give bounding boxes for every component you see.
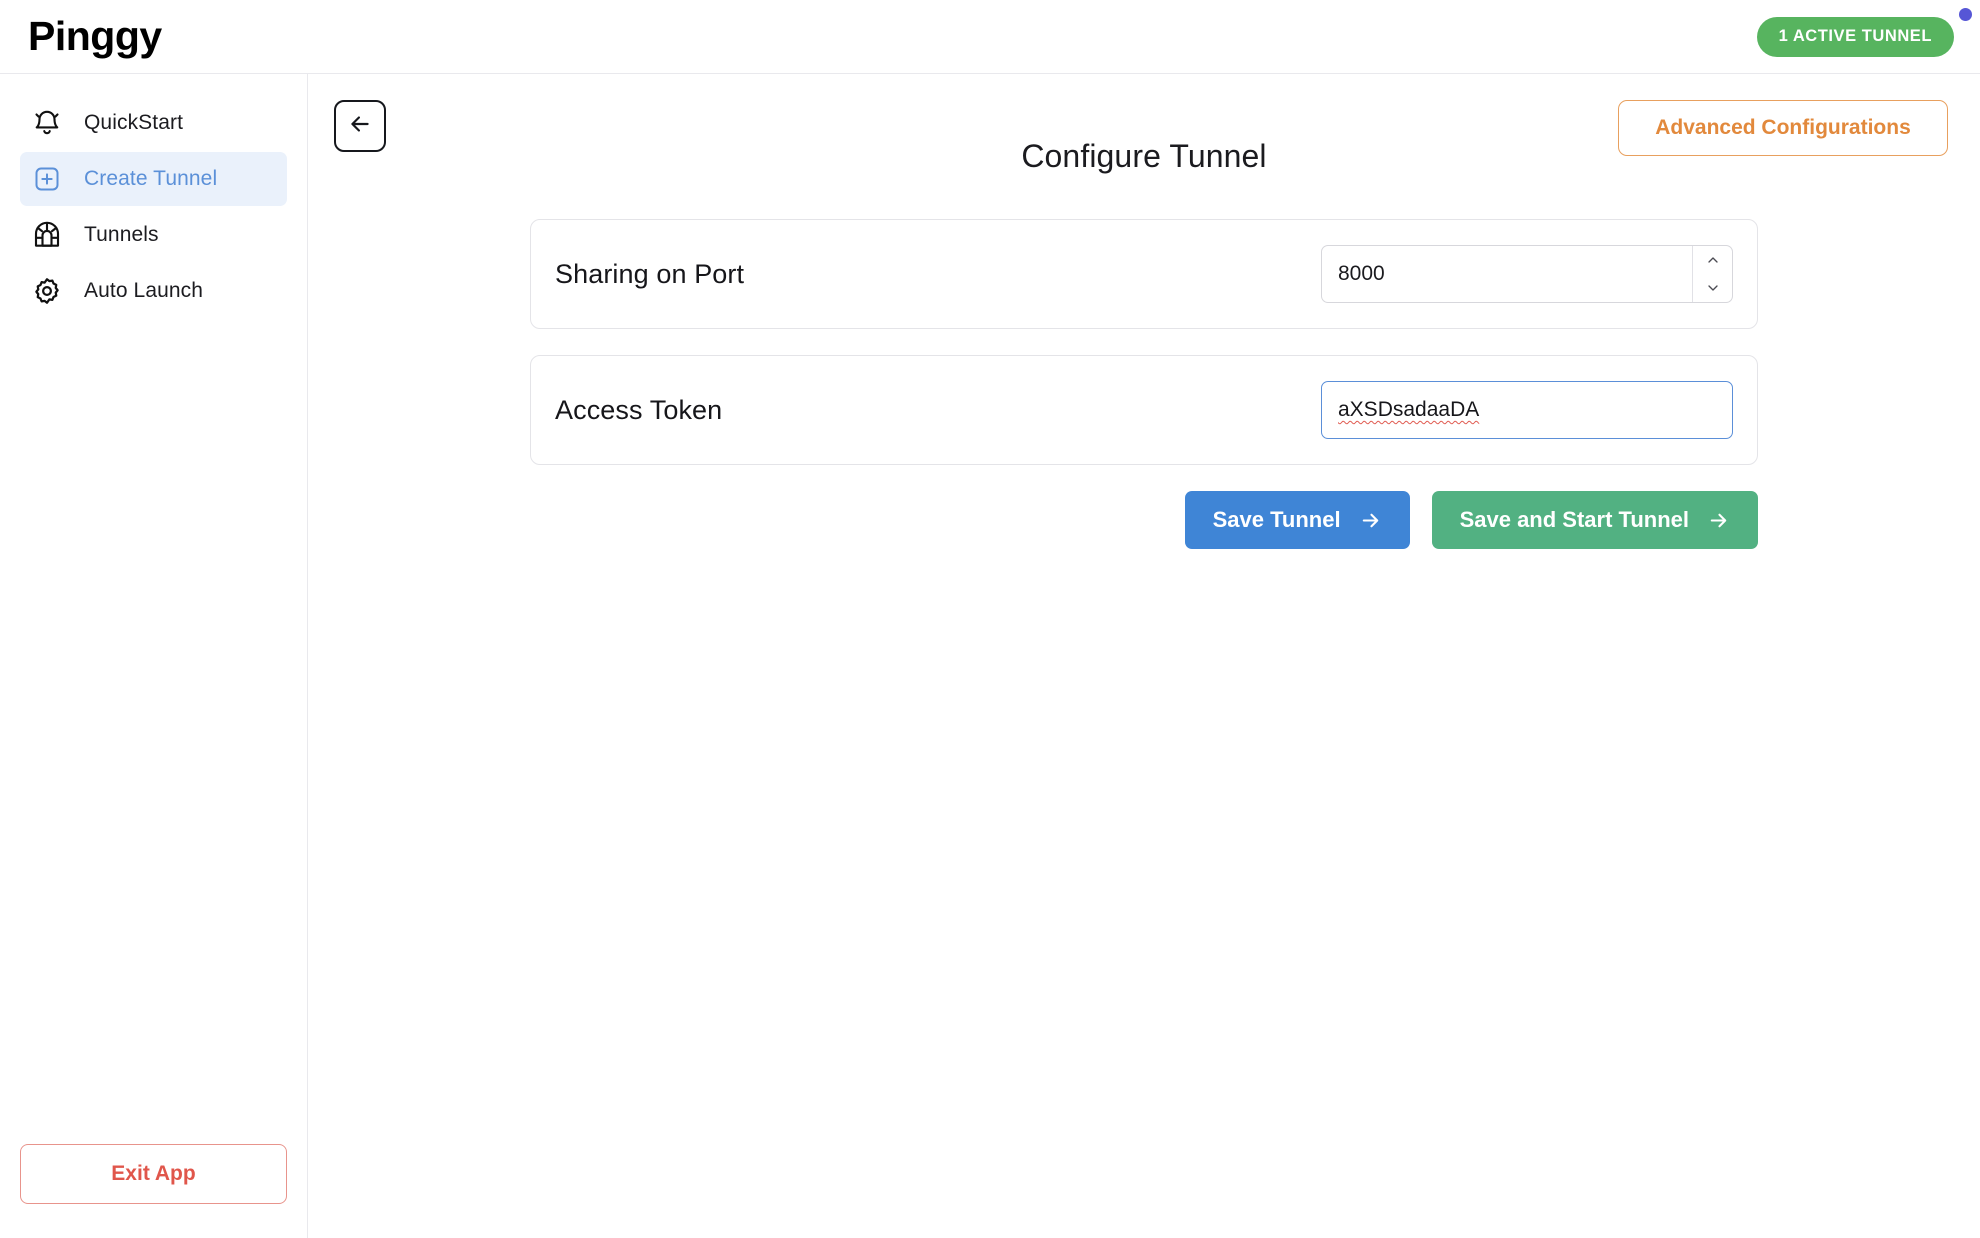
sharing-on-port-row: Sharing on Port xyxy=(530,219,1758,329)
sidebar-item-tunnels[interactable]: Tunnels xyxy=(20,208,287,262)
form-actions: Save Tunnel Save and Start Tunnel xyxy=(530,491,1758,549)
arrow-left-icon xyxy=(347,111,373,142)
configure-tunnel-form: Sharing on Port 8000 Access Token aXSDsa… xyxy=(530,219,1758,549)
app-body: QuickStart Create Tunnel Tunnels Auto La… xyxy=(0,74,1980,1238)
plus-square-icon xyxy=(30,162,64,196)
sidebar-item-label: Create Tunnel xyxy=(84,167,218,190)
tunnel-arch-icon xyxy=(30,218,64,252)
sidebar-item-label: Auto Launch xyxy=(84,279,204,302)
save-and-start-tunnel-button[interactable]: Save and Start Tunnel xyxy=(1431,491,1758,549)
app-window: Pinggy 1 ACTIVE TUNNEL QuickStart Create… xyxy=(0,0,1980,1238)
sidebar-item-auto-launch[interactable]: Auto Launch xyxy=(20,264,287,318)
sidebar-item-create-tunnel[interactable]: Create Tunnel xyxy=(20,152,287,206)
stepper-down-icon[interactable] xyxy=(1693,274,1732,302)
arrow-right-icon xyxy=(1359,509,1382,532)
stepper-up-icon[interactable] xyxy=(1693,246,1732,274)
sidebar-item-label: QuickStart xyxy=(84,111,184,134)
sidebar-footer: Exit App xyxy=(0,1144,307,1238)
port-number-field[interactable] xyxy=(1321,245,1733,303)
sidebar-item-quickstart[interactable]: QuickStart xyxy=(20,96,287,150)
sharing-on-port-label: Sharing on Port xyxy=(555,258,745,289)
sidebar-item-label: Tunnels xyxy=(84,223,159,246)
arrow-right-icon xyxy=(1707,509,1730,532)
status-dot-icon xyxy=(1959,8,1972,21)
access-token-field[interactable]: aXSDsadaaDA xyxy=(1321,381,1733,439)
port-stepper[interactable] xyxy=(1692,246,1732,302)
access-token-label: Access Token xyxy=(555,394,723,425)
save-tunnel-button[interactable]: Save Tunnel xyxy=(1184,491,1410,549)
gear-icon xyxy=(30,274,64,308)
sidebar: QuickStart Create Tunnel Tunnels Auto La… xyxy=(0,74,308,1238)
port-input[interactable] xyxy=(1322,246,1692,302)
back-button[interactable] xyxy=(334,100,386,152)
app-logo: Pinggy xyxy=(28,13,162,59)
access-token-input[interactable]: aXSDsadaaDA xyxy=(1338,398,1479,422)
save-tunnel-label: Save Tunnel xyxy=(1212,507,1341,532)
save-and-start-tunnel-label: Save and Start Tunnel xyxy=(1459,507,1689,532)
access-token-row: Access Token aXSDsadaaDA xyxy=(530,355,1758,465)
app-header: Pinggy 1 ACTIVE TUNNEL xyxy=(0,0,1980,74)
sidebar-nav: QuickStart Create Tunnel Tunnels Auto La… xyxy=(0,96,307,318)
main-content: Advanced Configurations Configure Tunnel… xyxy=(308,74,1980,1238)
advanced-configurations-button[interactable]: Advanced Configurations xyxy=(1618,100,1948,156)
bell-icon xyxy=(30,106,64,140)
exit-app-button[interactable]: Exit App xyxy=(20,1144,287,1204)
active-tunnel-badge: 1 ACTIVE TUNNEL xyxy=(1756,16,1954,57)
